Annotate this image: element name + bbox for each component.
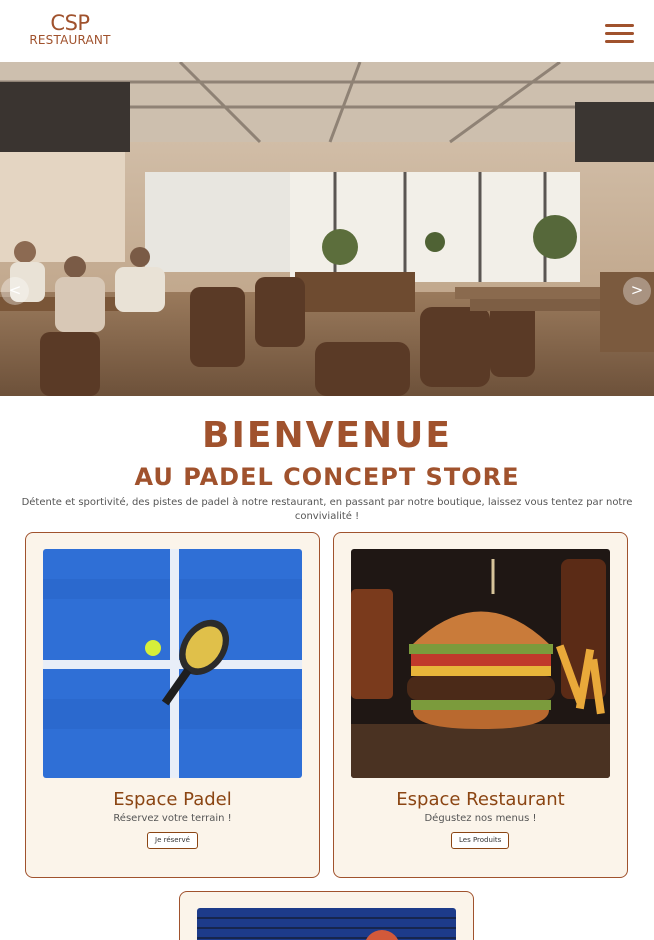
chevron-right-icon[interactable]: > <box>623 277 651 305</box>
burger-image <box>351 549 610 778</box>
card-title: Espace Padel <box>113 789 232 810</box>
site-logo[interactable]: CSP RESTAURANT <box>25 12 115 47</box>
welcome-subtitle: AU PADEL CONCEPT STORE <box>134 463 520 491</box>
card-partial <box>179 891 474 940</box>
chevron-left-icon[interactable]: < <box>1 277 29 305</box>
hero-restaurant-image <box>0 62 654 396</box>
hero-carousel: < > <box>0 62 654 396</box>
card-espace-padel: Espace Padel Réservez votre terrain ! Je… <box>25 532 320 878</box>
burger-illustration <box>351 549 610 778</box>
card-subtitle: Dégustez nos menus ! <box>424 813 537 824</box>
welcome-title: BIENVENUE <box>202 415 452 456</box>
products-button[interactable]: Les Produits <box>451 832 510 849</box>
menu-line <box>605 32 634 35</box>
card-partial-image <box>197 908 456 940</box>
menu-line <box>605 40 634 43</box>
logo-sub-text: RESTAURANT <box>29 33 111 47</box>
reserve-button[interactable]: Je réservé <box>147 832 198 849</box>
padel-image <box>43 549 302 778</box>
site-header: CSP RESTAURANT <box>0 0 654 62</box>
padel-racket-illustration <box>43 549 302 778</box>
card-espace-restaurant: Espace Restaurant Dégustez nos menus ! L… <box>333 532 628 878</box>
card-title: Espace Restaurant <box>396 789 565 810</box>
menu-line <box>605 24 634 27</box>
net-illustration <box>197 908 456 940</box>
card-subtitle: Réservez votre terrain ! <box>113 813 232 824</box>
welcome-intro: Détente et sportivité, des pistes de pad… <box>21 497 633 522</box>
logo-main-text: CSP <box>50 11 90 35</box>
menu-icon[interactable] <box>605 24 634 43</box>
